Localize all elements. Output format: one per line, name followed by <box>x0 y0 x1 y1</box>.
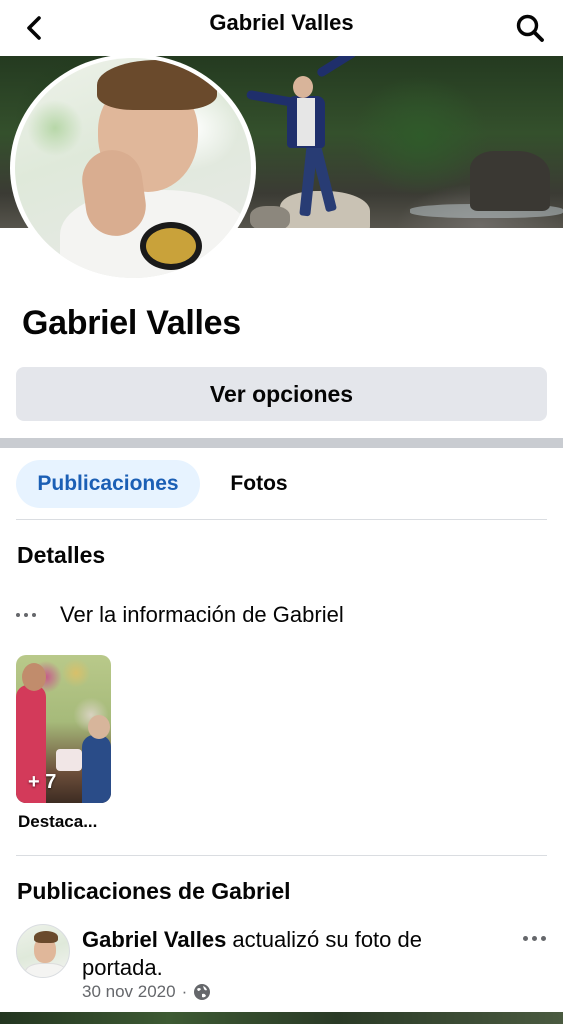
search-icon <box>516 14 544 42</box>
profile-name: Gabriel Valles <box>22 304 241 342</box>
post-meta: 30 nov 2020 · <box>82 982 211 1002</box>
highlight-label: Destaca... <box>18 812 98 831</box>
page-title: Gabriel Valles <box>209 10 354 35</box>
meta-separator: · <box>181 982 188 1001</box>
highlight-count: + 7 <box>28 771 57 793</box>
highlight-thumbnail[interactable]: + 7 <box>16 655 111 803</box>
tab-fotos[interactable]: Fotos <box>214 460 304 508</box>
post-date[interactable]: 30 nov 2020 <box>82 982 176 1002</box>
view-info-link[interactable]: Ver la información de Gabriel <box>16 596 536 634</box>
divider <box>16 855 547 856</box>
search-button[interactable] <box>508 6 552 50</box>
post-author-name[interactable]: Gabriel Valles <box>82 927 226 952</box>
post-header-text: Gabriel Valles actualizó su foto de port… <box>82 926 482 982</box>
details-heading: Detalles <box>17 542 106 568</box>
divider <box>16 519 547 520</box>
chevron-left-icon <box>27 16 41 40</box>
post-more-options-button[interactable] <box>514 926 554 950</box>
back-button[interactable] <box>14 8 54 48</box>
tab-publicaciones[interactable]: Publicaciones <box>16 460 200 508</box>
more-dots-icon <box>16 613 42 617</box>
profile-picture[interactable] <box>15 58 251 278</box>
section-divider <box>0 438 563 448</box>
view-info-label: Ver la información de Gabriel <box>60 602 344 627</box>
post-author-avatar[interactable] <box>16 924 70 978</box>
posts-heading: Publicaciones de Gabriel <box>17 878 291 904</box>
view-options-button[interactable]: Ver opciones <box>16 367 547 421</box>
next-post-image-preview <box>0 1012 563 1024</box>
globe-icon <box>194 984 211 1000</box>
